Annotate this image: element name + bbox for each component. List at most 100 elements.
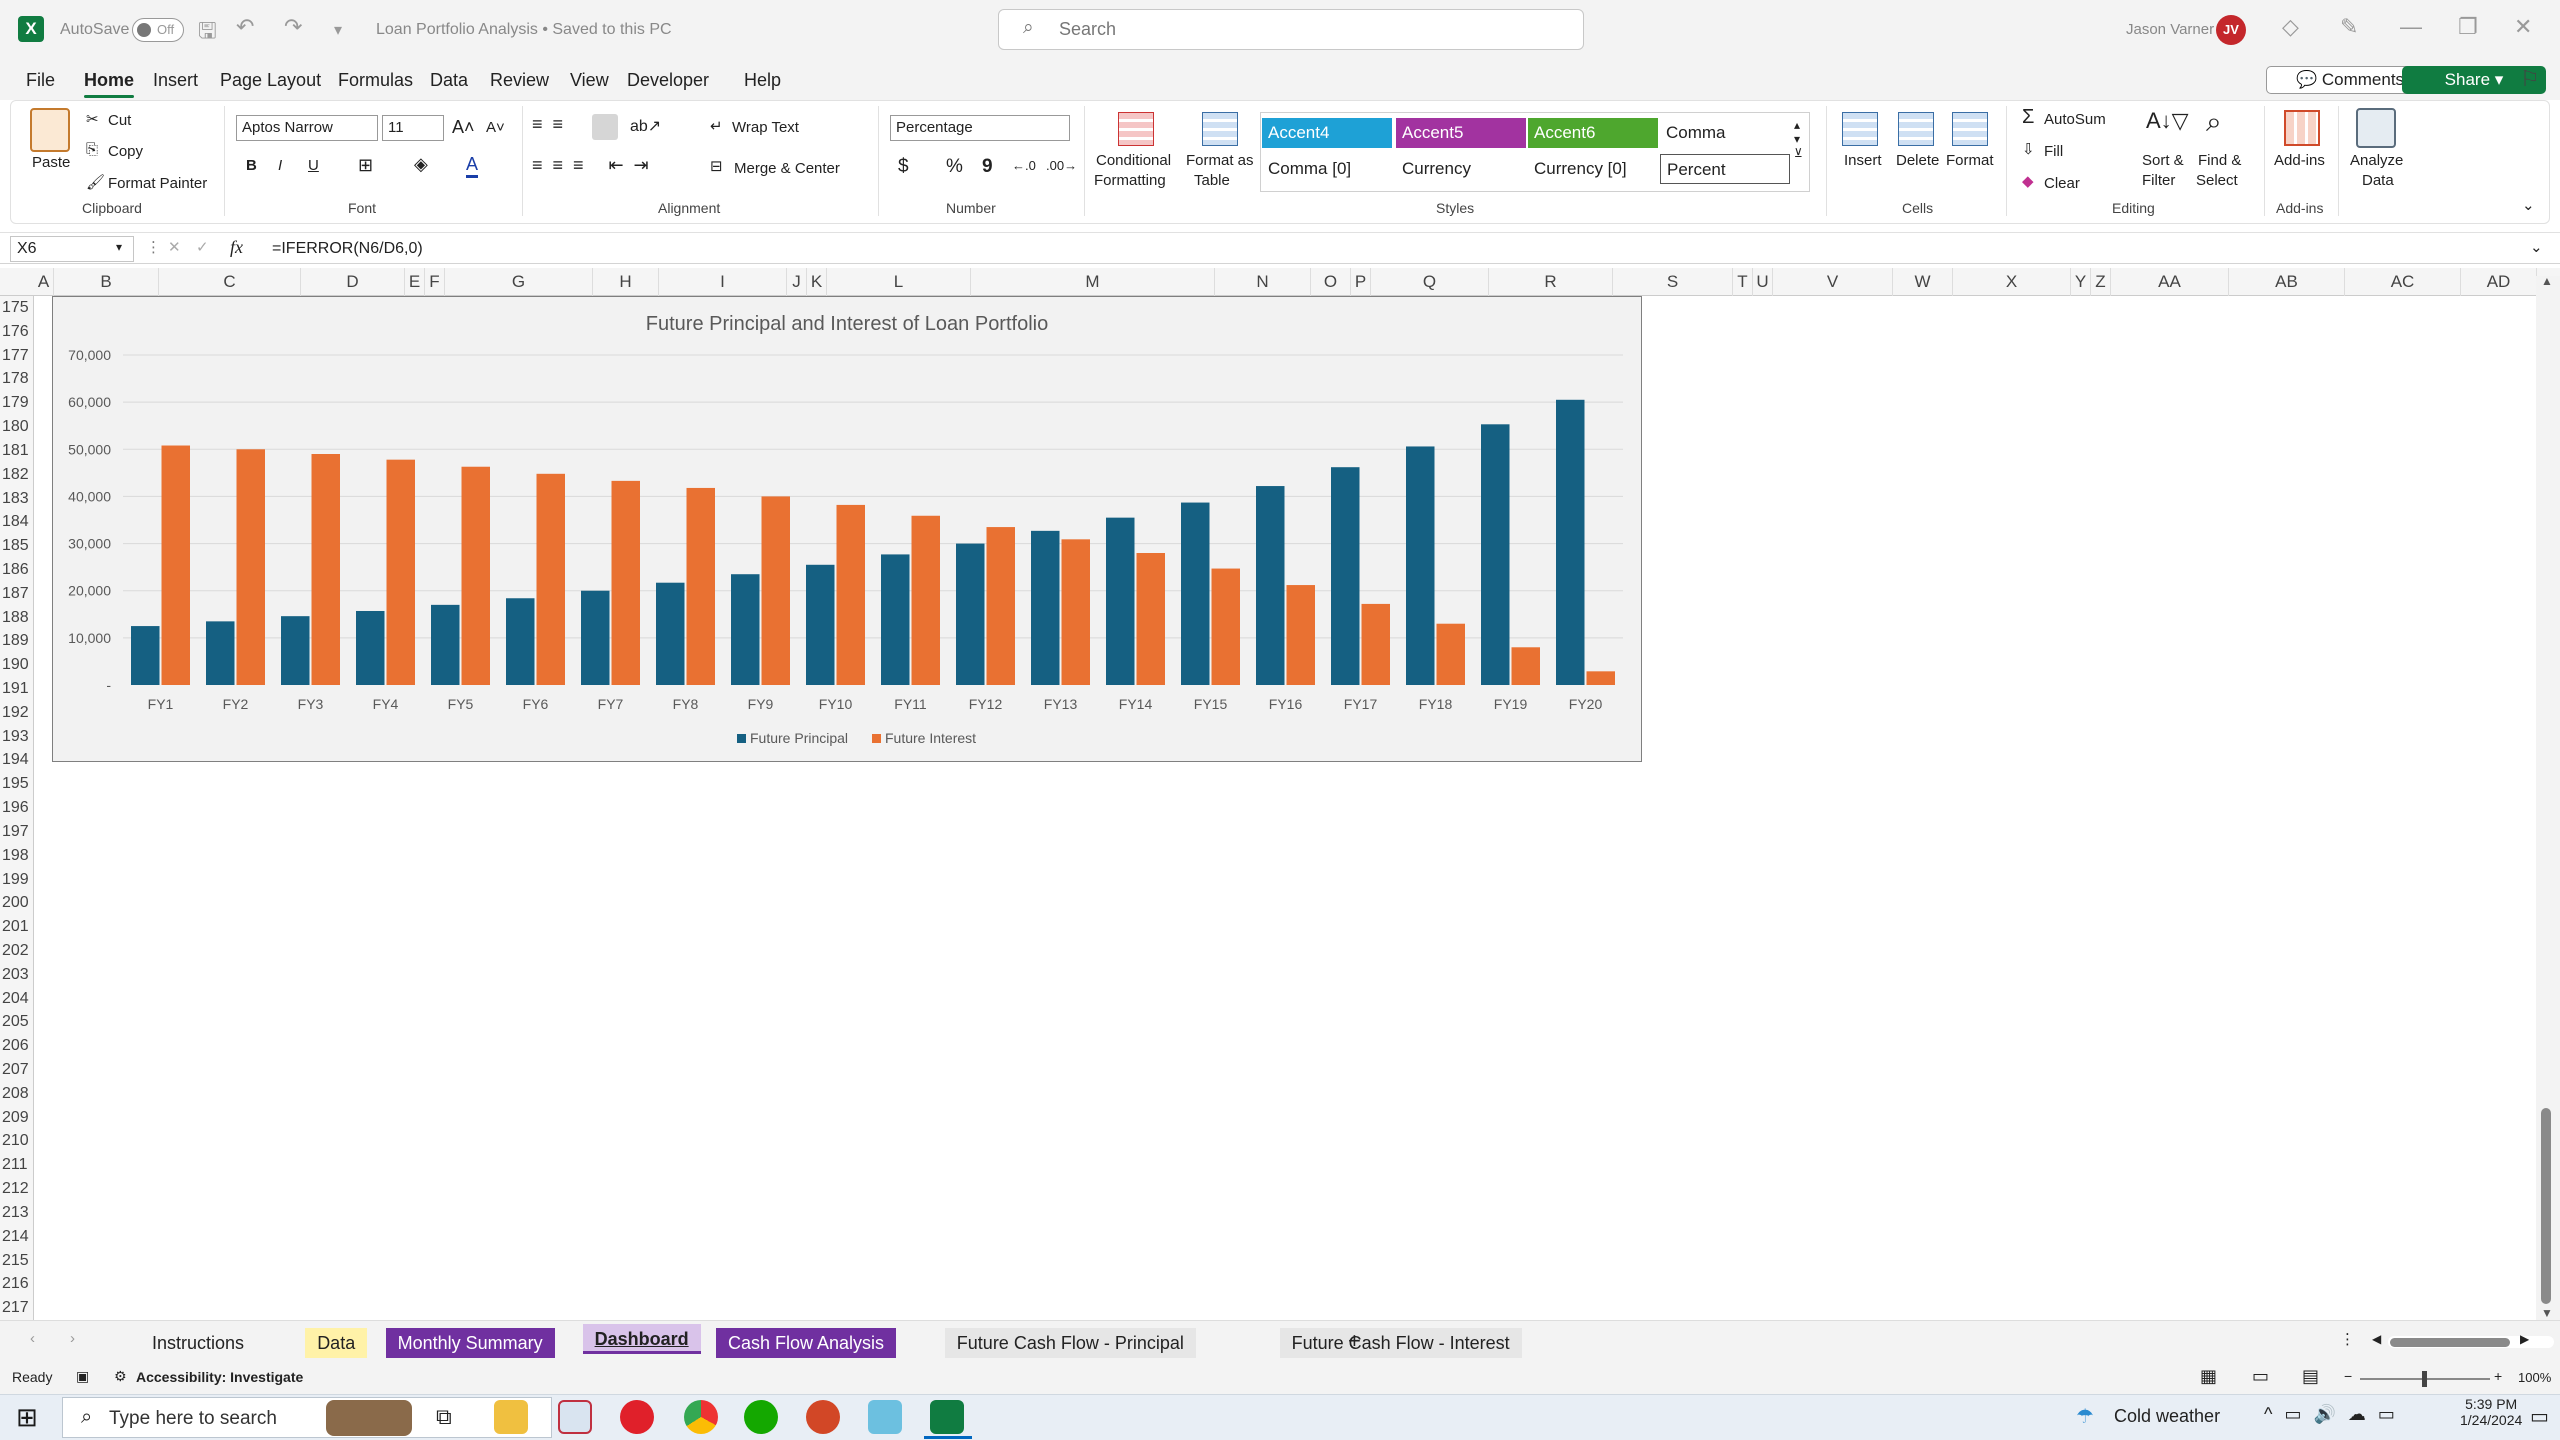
font-name-select[interactable]: Aptos Narrow (236, 115, 378, 141)
interest-bar-fy7[interactable] (611, 480, 641, 685)
row-header[interactable]: 213 (0, 1201, 32, 1225)
find-select-button[interactable]: Find & (2198, 152, 2241, 169)
row-header[interactable]: 178 (0, 367, 32, 391)
interest-bar-fy6[interactable] (536, 473, 566, 685)
expand-formula-bar-icon[interactable]: ⌄ (2530, 238, 2543, 256)
row-header[interactable]: 175 (0, 296, 32, 320)
column-header-AD[interactable]: AD (2461, 268, 2537, 296)
principal-bar-fy6[interactable] (506, 598, 535, 685)
wrap-text-button[interactable]: Wrap Text (732, 119, 799, 136)
interest-bar-fy2[interactable] (236, 449, 266, 685)
interest-bar-fy1[interactable] (161, 445, 191, 685)
column-header-B[interactable]: B (54, 268, 159, 296)
row-header[interactable]: 210 (0, 1129, 32, 1153)
copy-button[interactable]: Copy (108, 143, 143, 160)
interest-bar-fy16[interactable] (1286, 585, 1316, 685)
collapse-ribbon-icon[interactable]: ⌄ (2522, 196, 2535, 214)
pen-icon[interactable]: ✎ (2340, 14, 2358, 40)
accessibility-icon[interactable]: ⚙ (114, 1368, 127, 1385)
next-sheet-icon[interactable]: › (70, 1330, 75, 1347)
row-header[interactable]: 183 (0, 487, 32, 511)
principal-bar-fy20[interactable] (1556, 399, 1585, 685)
row-header[interactable]: 208 (0, 1082, 32, 1106)
row-header[interactable]: 193 (0, 725, 32, 749)
cell-style-comma-0[interactable]: Comma [0] (1262, 154, 1392, 184)
orientation-icon[interactable]: ab↗ (630, 116, 661, 136)
autosum-icon[interactable]: Σ (2022, 106, 2034, 129)
interest-bar-fy10[interactable] (836, 504, 866, 685)
row-header[interactable]: 176 (0, 320, 32, 344)
enter-icon[interactable]: ✓ (196, 238, 209, 256)
interest-bar-fy19[interactable] (1511, 647, 1541, 685)
menu-page-layout[interactable]: Page Layout (220, 60, 321, 100)
row-header[interactable]: 216 (0, 1272, 32, 1296)
row-header[interactable]: 198 (0, 844, 32, 868)
zoom-out-icon[interactable]: − (2344, 1368, 2352, 1384)
insert-cells-button[interactable]: Insert (1844, 152, 1882, 169)
vertical-align-icons[interactable]: ≡≡ (532, 114, 573, 135)
insert-function-button[interactable]: fx (230, 237, 243, 258)
cell-style-accent4[interactable]: Accent4 (1262, 118, 1392, 148)
fill-icon[interactable]: ⇩ (2022, 140, 2035, 158)
row-header[interactable]: 205 (0, 1010, 32, 1034)
redo-icon[interactable]: ↷ (284, 14, 302, 40)
interest-bar-fy9[interactable] (761, 496, 791, 685)
principal-bar-fy11[interactable] (881, 554, 910, 685)
cell-style-accent5[interactable]: Accent5 (1396, 118, 1526, 148)
row-header[interactable]: 215 (0, 1249, 32, 1273)
weather-icon[interactable]: ☂ (2076, 1404, 2094, 1429)
horizontal-align-icons[interactable]: ≡≡≡ ⇤⇥ (532, 155, 659, 176)
row-header[interactable]: 202 (0, 939, 32, 963)
row-header[interactable]: 180 (0, 415, 32, 439)
row-header[interactable]: 192 (0, 701, 32, 725)
cell-style-accent6[interactable]: Accent6 (1528, 118, 1658, 148)
interest-bar-fy14[interactable] (1136, 553, 1166, 685)
task-view-icon[interactable]: ⧉ (436, 1404, 452, 1430)
minimize-icon[interactable]: — (2400, 14, 2422, 40)
column-header-D[interactable]: D (301, 268, 405, 296)
italic-button[interactable]: I (278, 157, 282, 174)
normal-view-icon[interactable]: ▦ (2200, 1366, 2217, 1387)
row-header[interactable]: 212 (0, 1177, 32, 1201)
row-header[interactable]: 184 (0, 510, 32, 534)
principal-bar-fy14[interactable] (1106, 517, 1135, 685)
conditional-formatting-icon[interactable] (1118, 112, 1154, 146)
interest-bar-fy4[interactable] (386, 459, 416, 685)
column-header-Q[interactable]: Q (1371, 268, 1489, 296)
principal-bar-fy17[interactable] (1331, 467, 1360, 685)
column-header-O[interactable]: O (1311, 268, 1351, 296)
menu-insert[interactable]: Insert (153, 60, 198, 100)
principal-bar-fy13[interactable] (1031, 530, 1060, 685)
row-header[interactable]: 185 (0, 534, 32, 558)
cut-button[interactable]: Cut (108, 112, 131, 129)
sheet-options-icon[interactable]: ⋮ (2340, 1330, 2355, 1348)
interest-bar-fy11[interactable] (911, 515, 941, 685)
format-cells-button[interactable]: Format (1946, 152, 1994, 169)
diamond-icon[interactable]: ◇ (2282, 14, 2299, 40)
row-header[interactable]: 206 (0, 1034, 32, 1058)
vertical-scroll-thumb[interactable] (2541, 1108, 2551, 1304)
column-header-W[interactable]: W (1893, 268, 1953, 296)
notifications-icon[interactable]: ▭ (2530, 1404, 2549, 1429)
column-header-H[interactable]: H (593, 268, 659, 296)
font-size-select[interactable]: 11 (382, 115, 444, 141)
interest-bar-fy15[interactable] (1211, 568, 1241, 685)
row-header[interactable]: 197 (0, 820, 32, 844)
weather-text[interactable]: Cold weather (2114, 1406, 2220, 1427)
cell-style-comma[interactable]: Comma (1660, 118, 1790, 148)
accessibility-status[interactable]: Accessibility: Investigate (136, 1369, 303, 1385)
cell-style-currency-0[interactable]: Currency [0] (1528, 154, 1658, 184)
row-header[interactable]: 186 (0, 558, 32, 582)
interest-bar-fy18[interactable] (1436, 623, 1466, 685)
column-header-Z[interactable]: Z (2091, 268, 2111, 296)
row-header[interactable]: 209 (0, 1106, 32, 1130)
number-format-select[interactable]: Percentage (890, 115, 1070, 141)
sheet-tab-future-cash-flow-interest[interactable]: Future Cash Flow - Interest (1279, 1328, 1522, 1358)
row-header[interactable]: 181 (0, 439, 32, 463)
underline-button[interactable]: U (308, 157, 319, 174)
copy-icon[interactable]: ⎘ (86, 141, 98, 158)
zoom-slider-thumb[interactable] (2422, 1371, 2427, 1387)
powerpoint-icon[interactable] (806, 1400, 840, 1434)
cell-style-currency[interactable]: Currency (1396, 154, 1526, 184)
coauthor-icon[interactable]: ⚐ (2520, 66, 2540, 92)
